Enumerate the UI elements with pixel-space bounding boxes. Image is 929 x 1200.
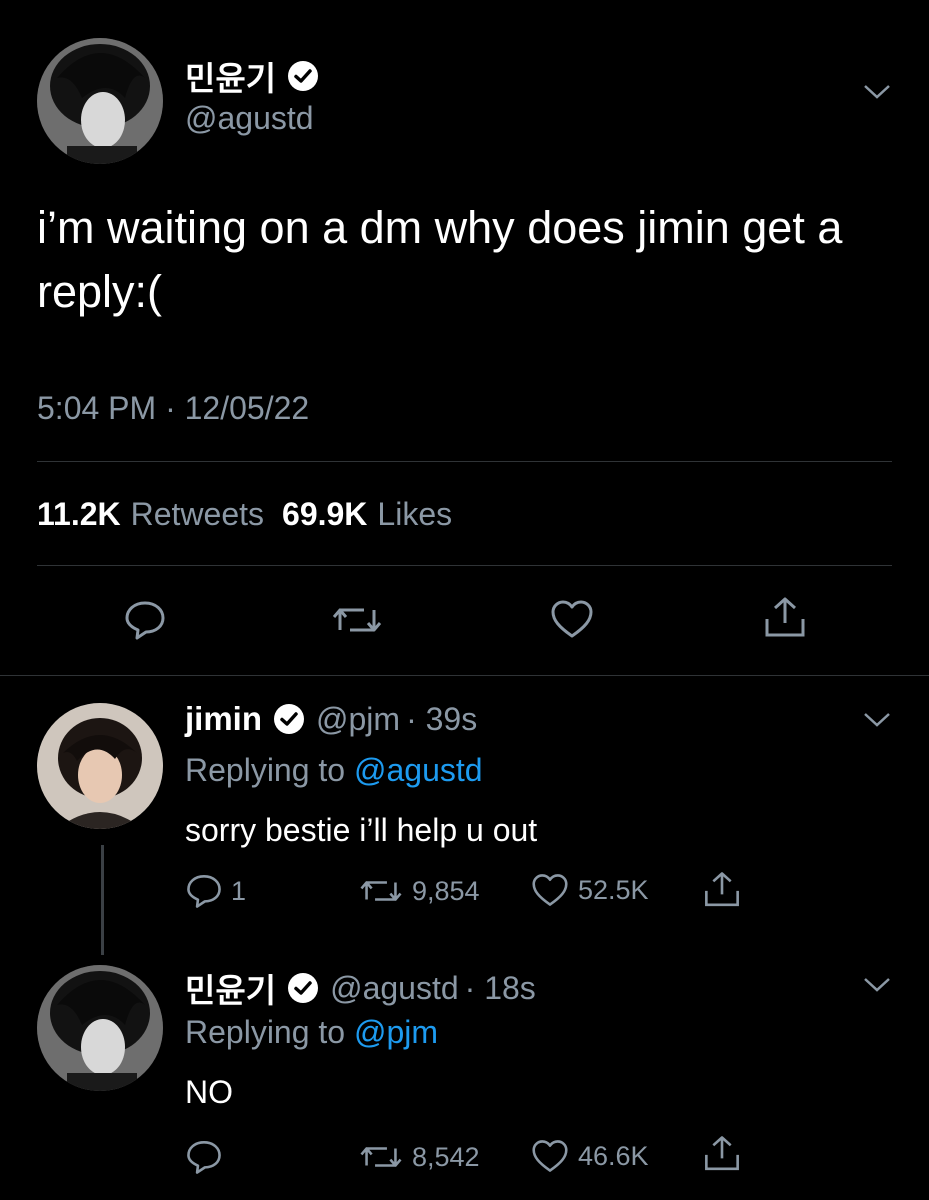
reply-icon <box>187 875 221 908</box>
replying-to-link[interactable]: @agustd <box>354 752 483 788</box>
verified-badge-icon <box>272 702 306 736</box>
like-count: 46.6K <box>578 1140 649 1171</box>
share-icon <box>765 597 805 637</box>
likes-stat[interactable]: 69.9K Likes <box>282 496 452 533</box>
reply-handle[interactable]: @pjm <box>316 701 400 738</box>
divider <box>37 565 892 566</box>
chevron-down-icon[interactable] <box>862 710 892 730</box>
reply-icon <box>187 1141 221 1174</box>
tweet-timestamp[interactable]: 5:04 PM · 12/05/22 <box>37 390 309 427</box>
thread-line <box>101 845 104 955</box>
replying-to-link[interactable]: @pjm <box>354 1014 438 1050</box>
reply-icon <box>125 601 165 640</box>
like-button[interactable] <box>549 598 595 640</box>
like-button[interactable]: 46.6K <box>530 1138 649 1174</box>
share-button[interactable] <box>762 595 808 641</box>
reply-button[interactable] <box>185 1138 231 1176</box>
reply-display-name[interactable]: jimin <box>185 700 262 738</box>
retweets-count: 11.2K <box>37 496 121 532</box>
author-avatar[interactable] <box>37 38 163 164</box>
tweet-text: i’m waiting on a dm why does jimin get a… <box>37 202 843 317</box>
section-divider <box>0 675 929 676</box>
share-button[interactable] <box>702 1134 742 1174</box>
reply-count: 1 <box>231 875 247 906</box>
replying-to-label: Replying to <box>185 752 346 788</box>
author-display-name[interactable]: 민윤기 <box>185 52 276 100</box>
retweets-stat[interactable]: 11.2K Retweets <box>37 496 264 533</box>
reply-avatar[interactable] <box>37 703 163 829</box>
verified-badge-icon <box>286 59 320 93</box>
retweet-button[interactable] <box>330 600 384 640</box>
likes-count: 69.9K <box>282 496 368 532</box>
retweet-count: 9,854 <box>412 875 480 906</box>
share-icon <box>705 872 739 907</box>
share-icon <box>705 1136 739 1171</box>
like-icon <box>551 600 593 638</box>
retweet-button[interactable]: 9,854 <box>358 874 480 908</box>
retweet-button[interactable]: 8,542 <box>358 1140 480 1174</box>
reply-button[interactable] <box>123 598 167 642</box>
likes-label: Likes <box>377 496 453 532</box>
retweet-icon <box>360 881 402 901</box>
reply-text: NO <box>185 1074 233 1110</box>
replying-to-label: Replying to <box>185 1014 346 1050</box>
like-icon <box>532 1140 568 1172</box>
author-handle[interactable]: @agustd <box>185 100 314 137</box>
retweet-icon <box>332 608 382 632</box>
retweets-label: Retweets <box>130 496 265 532</box>
share-button[interactable] <box>702 870 742 910</box>
divider <box>37 461 892 462</box>
reply-text: sorry bestie i’ll help u out <box>185 812 538 848</box>
reply-handle[interactable]: @agustd <box>330 970 459 1007</box>
like-icon <box>532 874 568 906</box>
chevron-down-icon[interactable] <box>862 975 892 995</box>
retweet-count: 8,542 <box>412 1141 480 1172</box>
reply-time[interactable]: · 39s <box>406 701 477 738</box>
like-count: 52.5K <box>578 874 649 905</box>
retweet-icon <box>360 1147 402 1167</box>
verified-badge-icon <box>286 971 320 1005</box>
reply-avatar[interactable] <box>37 965 163 1091</box>
like-button[interactable]: 52.5K <box>530 872 649 908</box>
reply-display-name[interactable]: 민윤기 <box>185 964 276 1012</box>
reply-time[interactable]: · 18s <box>465 970 536 1007</box>
chevron-down-icon[interactable] <box>862 82 892 102</box>
reply-button[interactable]: 1 <box>185 872 246 910</box>
